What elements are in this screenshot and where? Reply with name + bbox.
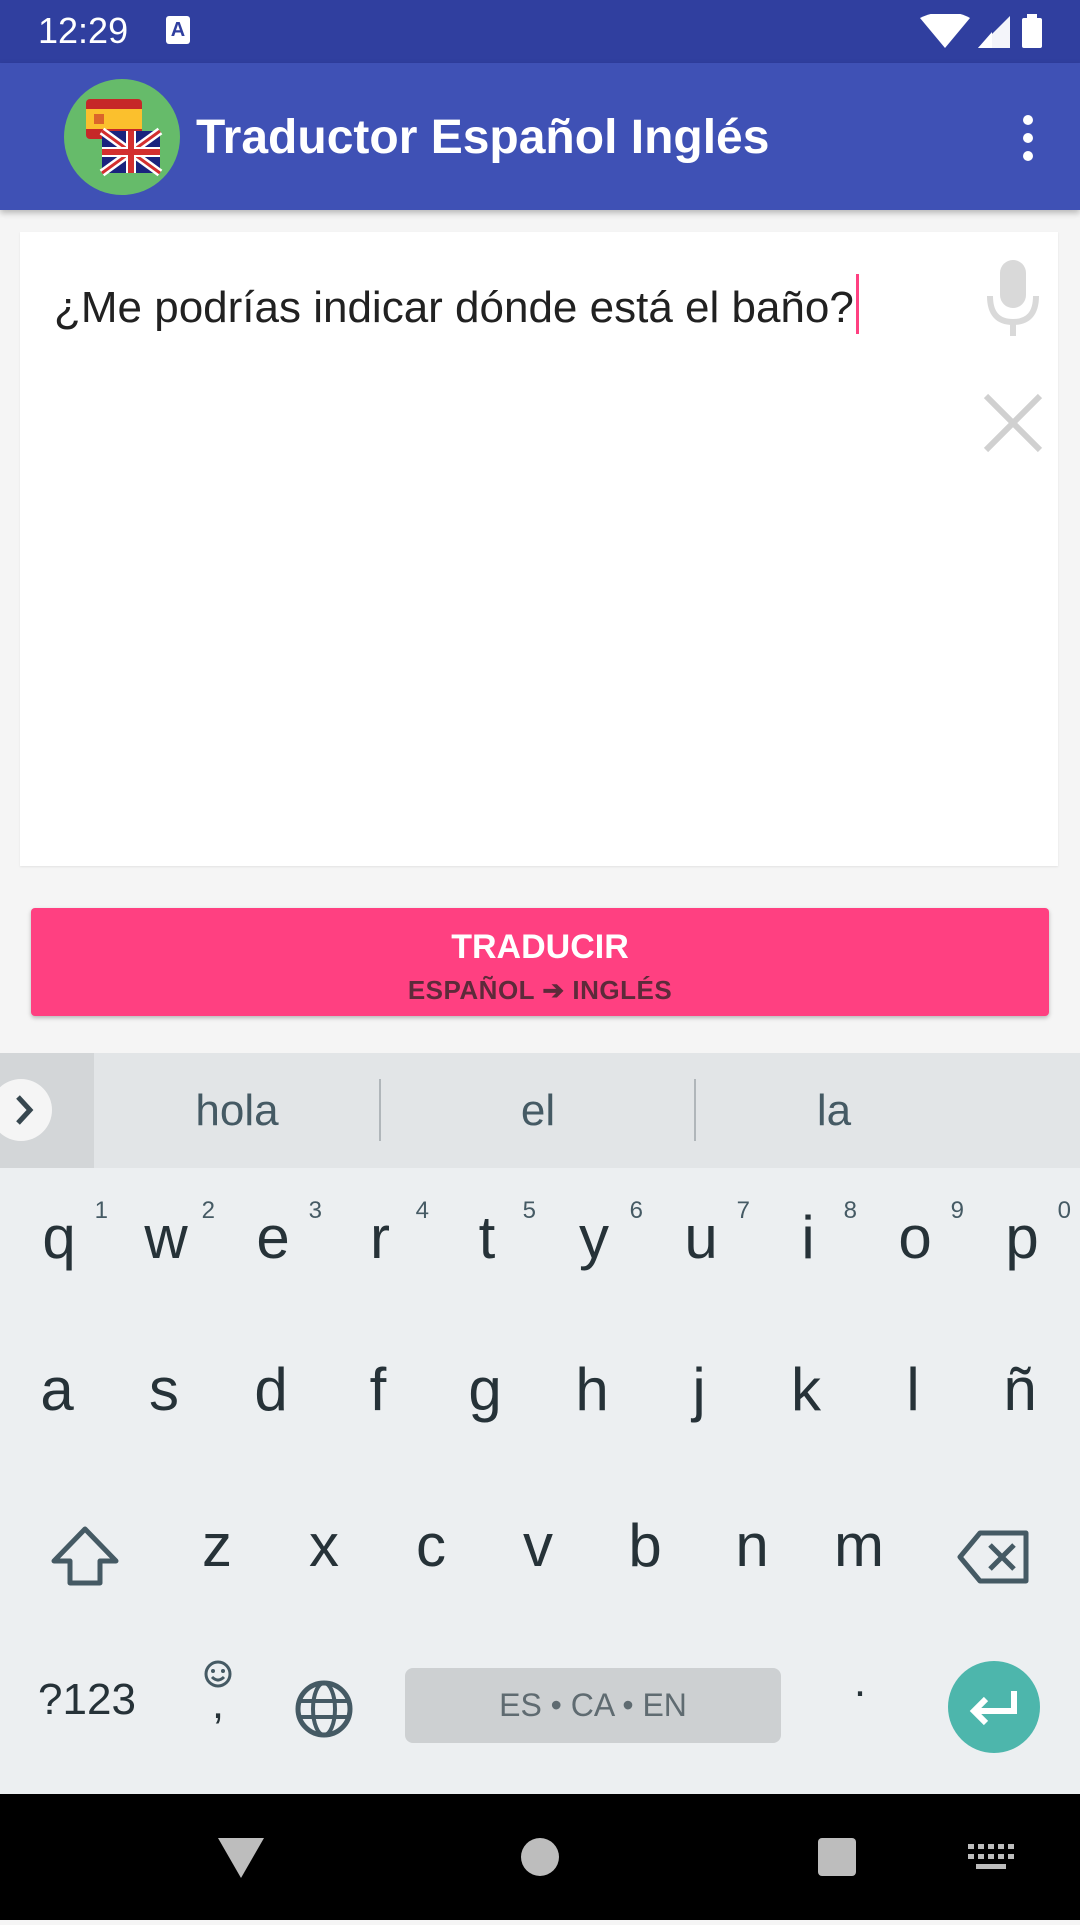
translate-button[interactable]: TRADUCIR ESPAÑOL ➔ INGLÉS xyxy=(31,908,1049,1016)
key-v[interactable]: v xyxy=(493,1511,583,1580)
enter-key[interactable] xyxy=(948,1661,1040,1753)
mic-icon[interactable] xyxy=(960,260,1066,342)
backspace-icon[interactable] xyxy=(956,1529,1032,1585)
source-text-card: ¿Me podrías indicar dónde está el baño? xyxy=(20,232,1058,866)
recents-icon xyxy=(818,1838,856,1876)
app-bar: Traductor Español Inglés xyxy=(0,63,1080,210)
key-m[interactable]: m xyxy=(814,1511,904,1580)
battery-icon xyxy=(1022,18,1042,48)
keyboard-hide-icon xyxy=(968,1844,1014,1869)
key-l[interactable]: l xyxy=(868,1355,958,1424)
globe-icon[interactable] xyxy=(294,1679,354,1739)
suggestion-3[interactable]: la xyxy=(696,1053,972,1168)
source-text-input[interactable]: ¿Me podrías indicar dónde está el baño? xyxy=(54,274,859,334)
key-t[interactable]: t5 xyxy=(442,1197,536,1272)
app-logo xyxy=(64,79,180,195)
translate-button-label: TRADUCIR xyxy=(451,928,629,966)
source-text-value: ¿Me podrías indicar dónde está el baño? xyxy=(54,283,854,332)
period-key[interactable]: . xyxy=(830,1657,890,1707)
key-x[interactable]: x xyxy=(279,1511,369,1580)
home-icon xyxy=(521,1838,559,1876)
suggestion-strip: hola el la xyxy=(0,1053,1080,1168)
suggestion-2[interactable]: el xyxy=(381,1053,695,1168)
notification-icon: A xyxy=(166,16,190,44)
suggestion-expand-button[interactable] xyxy=(0,1053,94,1168)
back-icon xyxy=(218,1838,264,1878)
key-j[interactable]: j xyxy=(654,1355,744,1424)
close-icon[interactable] xyxy=(960,382,1066,466)
key-hint: 5 xyxy=(522,1197,536,1224)
emoji-comma-key[interactable]: , xyxy=(190,1659,246,1726)
shift-key-icon[interactable] xyxy=(48,1523,122,1589)
key-hint: 7 xyxy=(736,1197,750,1224)
status-time: 12:29 xyxy=(38,10,129,51)
key-c[interactable]: c xyxy=(386,1511,476,1580)
key-r[interactable]: r4 xyxy=(335,1197,429,1272)
key-hint: 8 xyxy=(843,1197,857,1224)
key-hint: 9 xyxy=(950,1197,964,1224)
key-z[interactable]: z xyxy=(172,1511,262,1580)
key-e[interactable]: e3 xyxy=(228,1197,322,1272)
key-hint: 0 xyxy=(1057,1197,1071,1224)
key-p[interactable]: p0 xyxy=(977,1197,1071,1272)
suggestion-1[interactable]: hola xyxy=(94,1053,380,1168)
key-s[interactable]: s xyxy=(119,1355,209,1424)
key-hint: 4 xyxy=(415,1197,429,1224)
key-hint: 2 xyxy=(201,1197,215,1224)
soft-keyboard: hola el la q1w2e3r4t5y6u7i8o9p0 asdfghjk… xyxy=(0,1053,1080,1794)
key-u[interactable]: u7 xyxy=(656,1197,750,1272)
flags-es-gb-icon xyxy=(86,99,163,177)
chevron-right-icon xyxy=(16,1095,34,1125)
wifi-icon xyxy=(920,14,970,48)
key-k[interactable]: k xyxy=(761,1355,851,1424)
status-icons xyxy=(920,14,1042,48)
key-w[interactable]: w2 xyxy=(121,1197,215,1272)
key-i[interactable]: i8 xyxy=(763,1197,857,1272)
more-vert-icon[interactable] xyxy=(1000,103,1056,173)
key-hint: 3 xyxy=(308,1197,322,1224)
key-f[interactable]: f xyxy=(333,1355,423,1424)
symbols-key[interactable]: ?123 xyxy=(22,1675,152,1725)
navigation-bar xyxy=(0,1794,1080,1920)
app-title: Traductor Español Inglés xyxy=(196,111,770,164)
key-q[interactable]: q1 xyxy=(14,1197,108,1272)
key-h[interactable]: h xyxy=(547,1355,637,1424)
key-g[interactable]: g xyxy=(440,1355,530,1424)
key-b[interactable]: b xyxy=(600,1511,690,1580)
key-hint: 1 xyxy=(94,1197,108,1224)
key-y[interactable]: y6 xyxy=(549,1197,643,1272)
status-bar: 12:29 A xyxy=(0,0,1080,63)
key-hint: 6 xyxy=(629,1197,643,1224)
key-ñ[interactable]: ñ xyxy=(975,1355,1065,1424)
key-o[interactable]: o9 xyxy=(870,1197,964,1272)
enter-icon xyxy=(969,1691,1017,1726)
space-key[interactable]: ES • CA • EN xyxy=(405,1668,781,1743)
nav-buttons xyxy=(218,1838,1014,1878)
key-a[interactable]: a xyxy=(12,1355,102,1424)
text-caret xyxy=(855,274,859,334)
key-d[interactable]: d xyxy=(226,1355,316,1424)
key-n[interactable]: n xyxy=(707,1511,797,1580)
translate-direction: ESPAÑOL ➔ INGLÉS xyxy=(407,975,673,1005)
